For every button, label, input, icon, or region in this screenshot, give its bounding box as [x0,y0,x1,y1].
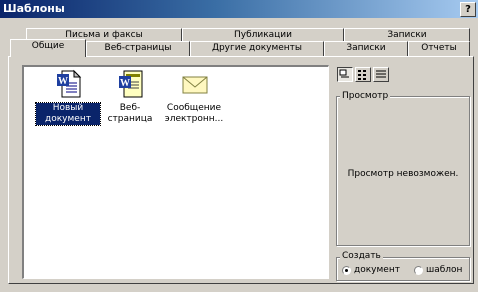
tab-label: Записки [387,30,427,40]
tab-label: Отчеты [421,43,457,53]
template-list[interactable]: W Новый документ W Веб-страница Сообщени… [22,65,329,279]
templates-dialog: Шаблоны ? Письма и факсы Публикации Запи… [0,0,478,292]
email-envelope-icon [182,76,208,94]
list-view-button[interactable] [355,67,371,82]
help-button[interactable]: ? [460,2,476,17]
template-item-label: Веб-страница [107,103,153,124]
details-view-icon [376,70,386,78]
svg-text:W: W [120,78,130,89]
create-title: Создать [340,251,383,262]
svg-text:W: W [58,76,68,87]
list-view-icon [358,70,366,80]
word-web-page-icon: W [119,70,143,98]
details-view-button[interactable] [373,67,389,82]
tab-other-documents[interactable]: Другие документы [190,41,324,56]
word-document-icon: W [57,69,82,98]
tab-notes-back[interactable]: Записки [344,28,470,42]
preview-group: Просмотр невозможен. [336,96,470,246]
tab-general[interactable]: Общие [10,39,86,57]
large-icons-button[interactable] [337,67,353,82]
tab-web-pages[interactable]: Веб-страницы [86,41,190,56]
radio-document-label: документ [354,265,400,275]
tab-notes[interactable]: Записки [324,41,408,56]
tab-label: Публикации [233,30,293,40]
window-title: Шаблоны [3,2,65,15]
radio-document[interactable] [342,266,351,275]
tab-reports[interactable]: Отчеты [408,41,470,56]
tab-label: Веб-страницы [104,43,172,53]
title-bar: Шаблоны ? [0,0,478,18]
large-icons-icon [339,69,349,78]
tab-publications[interactable]: Публикации [182,28,344,42]
template-item-label: Новый документ [35,102,101,126]
preview-title: Просмотр [340,91,391,102]
preview-message: Просмотр невозможен. [347,169,459,179]
radio-template-label: шаблон [426,265,463,275]
tab-label: Другие документы [211,43,303,53]
tab-label: Общие [31,41,65,51]
template-item-label: Сообщение электронн... [164,103,224,124]
radio-template[interactable] [414,266,423,275]
tab-label: Записки [346,43,386,53]
